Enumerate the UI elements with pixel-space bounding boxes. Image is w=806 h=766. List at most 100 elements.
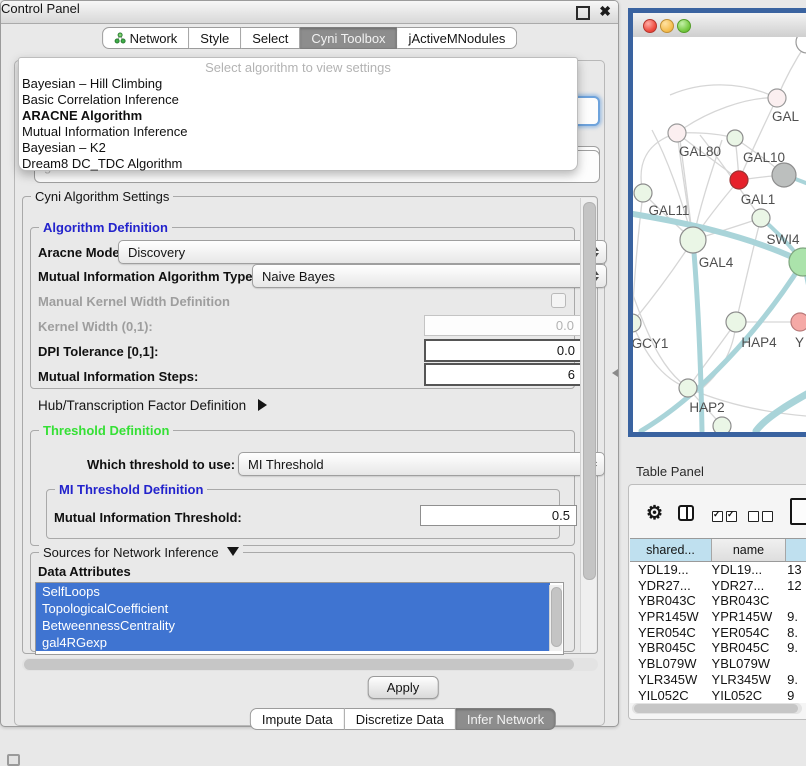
network-node-hap2[interactable] (679, 379, 697, 397)
network-node-gal[interactable] (768, 89, 786, 107)
network-node-hap4[interactable] (726, 312, 746, 332)
tab-jactivemnodules[interactable]: jActiveMNodules (398, 27, 518, 49)
attribute-item[interactable]: BetweennessCentrality (36, 617, 550, 634)
network-node-gcy1[interactable] (633, 314, 641, 332)
tab-label: Discretize Data (356, 712, 444, 727)
tab-style[interactable]: Style (189, 27, 241, 49)
control-panel-titlebar[interactable]: Control Panel ✖ (1, 1, 618, 24)
table-row[interactable]: YIL052CYIL052C9 (630, 688, 806, 704)
network-node[interactable] (789, 248, 806, 276)
group-title: MI Threshold Definition (55, 482, 207, 497)
tab-impute-data[interactable]: Impute Data (250, 708, 345, 730)
which-threshold-label: Which threshold to use: (87, 457, 235, 472)
network-edge[interactable] (677, 98, 777, 133)
table-cell: YBL079W (630, 656, 710, 672)
network-node-swi4[interactable] (752, 209, 770, 227)
expand-down-icon[interactable] (227, 547, 239, 556)
algorithm-option[interactable]: Mutual Information Inference (19, 124, 577, 140)
mi-steps-field[interactable]: 6 (424, 363, 583, 386)
which-threshold-combobox[interactable]: MI Threshold (238, 452, 605, 476)
table-row[interactable]: YPR145WYPR145W9. (630, 609, 806, 625)
algorithm-option[interactable]: Dream8 DC_TDC Algorithm (19, 156, 577, 172)
algorithm-option[interactable]: ARACNE Algorithm (19, 108, 577, 124)
column-header-name[interactable]: name (712, 539, 786, 561)
node-label: GAL80 (679, 144, 721, 159)
grip-icon[interactable] (7, 754, 20, 766)
network-node-y[interactable] (791, 313, 806, 331)
network-node-gal11[interactable] (634, 184, 652, 202)
float-window-icon[interactable] (576, 6, 590, 20)
scrollbar-thumb[interactable] (634, 704, 798, 713)
column-header-partial[interactable] (786, 539, 806, 561)
expand-right-icon[interactable] (258, 399, 267, 411)
scrollbar-thumb[interactable] (551, 587, 562, 647)
apply-button[interactable]: Apply (368, 676, 439, 699)
network-node[interactable] (796, 37, 806, 53)
dpi-tolerance-field[interactable]: 0.0 (424, 339, 583, 362)
algorithm-option[interactable]: Bayesian – Hill Climbing (19, 76, 577, 92)
mi-threshold-field[interactable]: 0.5 (420, 505, 577, 526)
tab-infer-network[interactable]: Infer Network (456, 708, 556, 730)
column-header-shared[interactable]: shared... (630, 539, 712, 561)
tab-select[interactable]: Select (241, 27, 300, 49)
mi-algorithm-type-combobox[interactable]: Naive Bayes (252, 264, 607, 288)
network-node-gal80[interactable] (668, 124, 686, 142)
network-node[interactable] (713, 417, 731, 432)
network-canvas[interactable]: GALGAL80GAL10GAL1GAL11SWI4GAL4GCY1HAP4YH… (633, 37, 806, 432)
network-edge[interactable] (633, 323, 688, 388)
network-node-gal4[interactable] (680, 227, 706, 253)
table-row[interactable]: YBL079WYBL079W (630, 656, 806, 672)
document-icon[interactable] (790, 498, 806, 525)
scrollbar-thumb[interactable] (24, 659, 574, 670)
table-cell: YDR27... (710, 578, 782, 594)
tab-discretize-data[interactable]: Discretize Data (345, 708, 456, 730)
bottom-tabbar: Impute Data Discretize Data Infer Networ… (250, 708, 556, 730)
network-edge[interactable] (633, 240, 693, 323)
aracne-mode-combobox[interactable]: Discovery (118, 240, 607, 264)
table-row[interactable]: YER054CYER054C8. (630, 625, 806, 641)
table-hscrollbar[interactable] (632, 703, 802, 714)
table-row[interactable]: YBR045CYBR045C9. (630, 640, 806, 656)
manual-kernel-width-checkbox[interactable] (551, 293, 566, 308)
combobox-value: Discovery (128, 245, 185, 260)
table-row[interactable]: YBR043CYBR043C (630, 593, 806, 609)
mac-minimize-button[interactable] (660, 19, 674, 33)
network-edge-highlighted[interactable] (756, 385, 806, 431)
network-edge[interactable] (736, 218, 761, 322)
deselect-all-icon[interactable] (748, 508, 776, 523)
table-row[interactable]: YLR345WYLR345W9. (630, 672, 806, 688)
data-attributes-list[interactable]: SelfLoopsTopologicalCoefficientBetweenne… (35, 582, 564, 655)
attribute-item[interactable]: TopologicalCoefficient (36, 600, 550, 617)
attribute-item[interactable]: SelfLoops (36, 583, 550, 600)
select-all-icon[interactable] (712, 508, 740, 523)
table-row[interactable]: YDL19...YDL19...13 (630, 562, 806, 578)
algorithm-option[interactable]: Bayesian – K2 (19, 140, 577, 156)
kernel-width-field[interactable]: 0.0 (424, 315, 581, 336)
network-edge[interactable] (670, 85, 777, 98)
algorithm-option[interactable]: Basic Correlation Inference (19, 92, 577, 108)
scrollbar-thumb[interactable] (583, 202, 596, 580)
table-row[interactable]: YDR27...YDR27...12 (630, 578, 806, 594)
network-node[interactable] (772, 163, 796, 187)
settings-scrollbar[interactable] (580, 198, 596, 652)
gear-icon[interactable]: ⚙ (646, 502, 663, 525)
panel-collapse-arrow[interactable] (612, 369, 618, 377)
sources-toggle[interactable]: Sources for Network Inference (39, 545, 243, 560)
window-title: Control Panel (1, 1, 80, 16)
manual-kernel-width-label: Manual Kernel Width Definition (38, 294, 230, 309)
network-node-gal1[interactable] (730, 171, 748, 189)
hub-definition-toggle[interactable]: Hub/Transcription Factor Definition (38, 398, 267, 413)
network-window-titlebar[interactable] (633, 13, 806, 38)
attribute-item[interactable]: gal4RGexp (36, 634, 550, 651)
settings-hscrollbar[interactable] (22, 658, 598, 671)
tab-network[interactable]: Network (102, 27, 190, 49)
network-node-gal10[interactable] (727, 130, 743, 146)
columns-icon[interactable] (678, 505, 694, 521)
list-scrollbar[interactable] (549, 585, 562, 651)
network-edge[interactable] (641, 133, 677, 193)
close-icon[interactable]: ✖ (599, 3, 611, 20)
tab-cyni-toolbox[interactable]: Cyni Toolbox (300, 27, 397, 49)
mac-zoom-button[interactable] (677, 19, 691, 33)
algorithm-combobox-edge[interactable] (576, 96, 600, 126)
mac-close-button[interactable] (643, 19, 657, 33)
